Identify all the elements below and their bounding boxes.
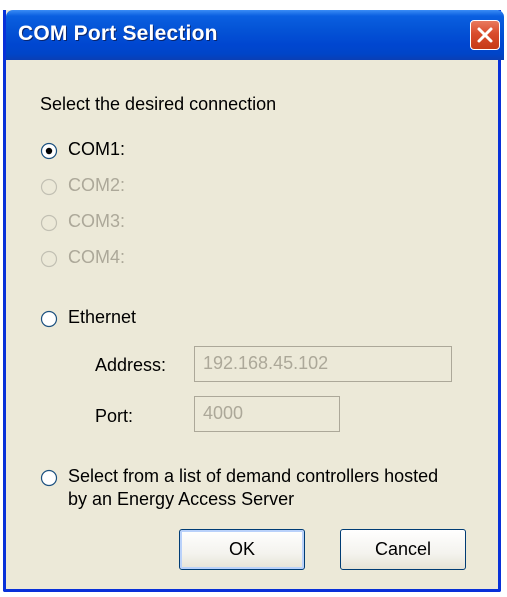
title-bar[interactable]: COM Port Selection [6, 10, 504, 60]
radio-com1-label: COM1: [68, 139, 126, 159]
port-label: Port: [95, 406, 134, 426]
radio-unselected-icon [40, 469, 58, 487]
server-option-label-line1: Select from a list of demand controllers… [68, 466, 439, 486]
radio-disabled-icon [40, 250, 58, 268]
close-icon [477, 27, 493, 43]
connection-prompt: Select the desired connection [40, 94, 277, 114]
port-field[interactable]: 4000 [194, 396, 340, 432]
radio-ethernet-label: Ethernet [68, 307, 137, 327]
close-button[interactable] [470, 20, 500, 50]
radio-selected-icon [40, 142, 58, 160]
radio-com3-label: COM3: [68, 211, 126, 231]
radio-com2-label: COM2: [68, 175, 126, 195]
radio-com2: COM2: [40, 175, 160, 199]
radio-disabled-icon [40, 214, 58, 232]
radio-disabled-icon [40, 178, 58, 196]
address-label: Address: [95, 355, 167, 375]
radio-com4-label: COM4: [68, 247, 126, 267]
dialog-body: Select the desired connection COM1: COM2… [6, 60, 498, 589]
window-title: COM Port Selection [18, 22, 218, 45]
radio-energy-access-server[interactable]: Select from a list of demand controllers… [40, 466, 480, 516]
radio-com4: COM4: [40, 247, 160, 271]
radio-ethernet[interactable]: Ethernet [40, 307, 180, 331]
radio-com1[interactable]: COM1: [40, 139, 160, 163]
radio-com3: COM3: [40, 211, 160, 235]
radio-unselected-icon [40, 310, 58, 328]
ok-button[interactable]: OK [179, 529, 305, 570]
address-field[interactable]: 192.168.45.102 [194, 346, 452, 382]
cancel-button[interactable]: Cancel [340, 529, 466, 570]
com-port-selection-window: COM Port Selection Select the desired co… [3, 10, 504, 592]
server-option-label-line2: by an Energy Access Server [68, 489, 295, 509]
